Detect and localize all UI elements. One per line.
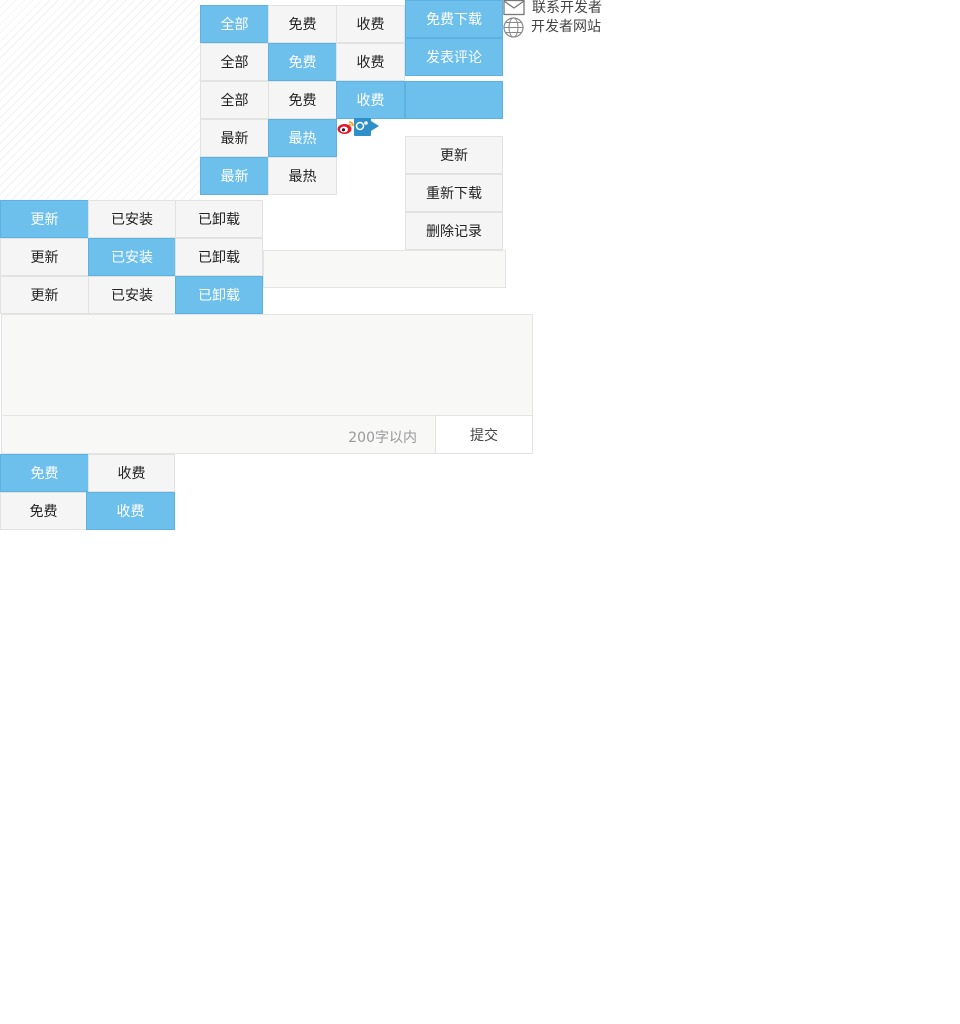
redownload-button[interactable]: 重新下载 [405,174,503,212]
filter-paid-button[interactable]: 收费 [336,43,405,81]
free-download-button[interactable]: 免费下载 [405,0,503,38]
globe-icon [503,17,524,38]
comment-textarea[interactable] [1,314,533,416]
price-free-button[interactable]: 免费 [0,454,89,492]
hatched-background [0,0,200,200]
price-paid-button[interactable]: 收费 [86,492,175,530]
comment-footer: 200字以内 [1,415,436,454]
tab-installed[interactable]: 已安装 [88,276,176,314]
blank-action-button[interactable] [405,81,503,119]
filter-all-button[interactable]: 全部 [200,81,269,119]
post-comment-button[interactable]: 发表评论 [405,38,503,76]
sort-newest-button[interactable]: 最新 [200,157,269,195]
tab-uninstalled[interactable]: 已卸载 [175,276,263,314]
filter-free-button[interactable]: 免费 [268,5,337,43]
filter-all-button[interactable]: 全部 [200,43,269,81]
tab-update[interactable]: 更新 [0,238,89,276]
tencent-weibo-icon[interactable] [354,118,380,136]
filter-all-button[interactable]: 全部 [200,5,269,43]
filter-paid-button[interactable]: 收费 [336,81,405,119]
filter-free-button[interactable]: 免费 [268,43,337,81]
sort-hottest-button[interactable]: 最热 [268,157,337,195]
update-button[interactable]: 更新 [405,136,503,174]
tab-update[interactable]: 更新 [0,200,89,238]
submit-button[interactable]: 提交 [435,415,533,454]
price-free-button[interactable]: 免费 [0,492,87,530]
filter-free-button[interactable]: 免费 [268,81,337,119]
tab-update[interactable]: 更新 [0,276,89,314]
mail-icon [503,0,525,16]
tab-uninstalled[interactable]: 已卸载 [175,200,263,238]
price-paid-button[interactable]: 收费 [88,454,175,492]
filter-paid-button[interactable]: 收费 [336,5,405,43]
sort-newest-button[interactable]: 最新 [200,119,269,157]
tab-installed[interactable]: 已安装 [88,238,176,276]
tab-uninstalled[interactable]: 已卸载 [175,238,263,276]
developer-website-link[interactable]: 开发者网站 [531,19,601,35]
sort-hottest-button[interactable]: 最热 [268,119,337,157]
contact-developer-link[interactable]: 联系开发者 [532,0,602,16]
tab-installed[interactable]: 已安装 [88,200,176,238]
weibo-icon[interactable] [337,120,354,135]
char-limit-hint: 200字以内 [348,430,417,446]
blank-bar [263,250,506,288]
delete-record-button[interactable]: 删除记录 [405,212,503,250]
